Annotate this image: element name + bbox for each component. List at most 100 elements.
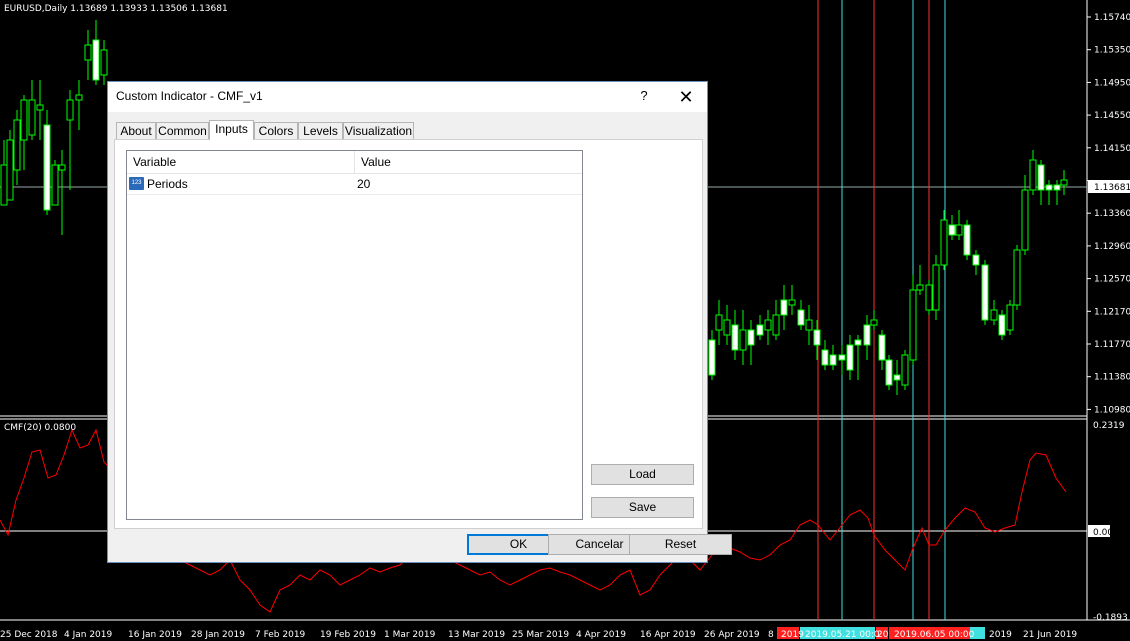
candle-body (788, 299, 796, 306)
time-label: 21 Jun 2019 (1023, 630, 1077, 640)
candle-body (772, 314, 780, 336)
price-tick-label: 1.11380 (1094, 373, 1130, 383)
candle-body (75, 94, 83, 101)
candle-body (756, 324, 764, 336)
table-header: Variable Value (127, 151, 582, 174)
candle-body (51, 164, 59, 206)
custom-indicator-dialog: Custom Indicator - CMF_v1 ? ✕ About Comm… (107, 81, 732, 563)
time-label: 20 (877, 630, 889, 640)
dialog-titlebar[interactable]: Custom Indicator - CMF_v1 ? ✕ (108, 82, 707, 112)
price-tick-label: 1.11770 (1094, 340, 1130, 350)
candle-body (708, 339, 716, 376)
candle-body (1037, 164, 1045, 191)
price-tick-label: 1.14950 (1094, 78, 1130, 88)
save-button[interactable]: Save (591, 497, 694, 518)
tab-inputs[interactable]: Inputs (209, 120, 254, 140)
price-tick-label: 1.10980 (1094, 405, 1130, 415)
candle-body (963, 224, 971, 256)
time-label: 8 (768, 630, 774, 640)
time-label: 2019.05.21 00:0 (805, 630, 880, 640)
time-label: 16 Apr 2019 (640, 630, 696, 640)
indicator-tick-zero: 0.00 (1093, 528, 1113, 538)
price-tick-label: 1.14150 (1094, 144, 1130, 154)
candle-body (739, 329, 747, 351)
candle-body (998, 314, 1006, 336)
chart-caption: EURUSD,Daily 1.13689 1.13933 1.13506 1.1… (4, 4, 228, 14)
current-price-label: 1.13681 (1094, 183, 1130, 193)
time-label: 26 Apr 2019 (704, 630, 760, 640)
candle-body (901, 354, 909, 386)
time-label: 1 Mar 2019 (384, 630, 436, 640)
help-button[interactable]: ? (634, 86, 654, 106)
time-label: 2019 (781, 630, 804, 640)
time-label: 4 Apr 2019 (576, 630, 626, 640)
candle-body (955, 224, 963, 236)
candle-body (747, 329, 755, 346)
variable-name: Periods (147, 177, 188, 191)
price-tick-label: 1.12570 (1094, 275, 1130, 285)
candle-body (715, 314, 723, 331)
indicator-caption: CMF(20) 0.0800 (4, 423, 76, 433)
inputs-panel: Variable Value 123 Periods 20 Load Save (114, 139, 703, 529)
candle-body (36, 104, 44, 111)
price-tick-label: 1.15350 (1094, 46, 1130, 56)
candle-body (13, 119, 21, 171)
time-label: 2019.06.05 00:00 (894, 630, 975, 640)
reset-button[interactable]: Reset (629, 534, 732, 555)
candle-body (780, 299, 788, 316)
tab-visualization[interactable]: Visualization (343, 122, 414, 139)
header-variable[interactable]: Variable (127, 151, 355, 173)
table-row[interactable]: 123 Periods 20 (127, 174, 582, 195)
time-label: 4 Jan 2019 (64, 630, 112, 640)
candle-body (58, 164, 66, 171)
candle-body (100, 49, 108, 76)
candle-body (821, 349, 829, 366)
integer-type-icon: 123 (129, 177, 144, 190)
candle-body (829, 354, 837, 366)
candle-body (878, 334, 886, 361)
time-scale: 25 Dec 2018 4 Jan 2019 16 Jan 2019 28 Jan 2… (0, 627, 1077, 640)
close-button[interactable]: ✕ (674, 86, 698, 108)
candle-body (932, 264, 940, 311)
candle-body (863, 324, 871, 346)
price-tick-label: 1.12960 (1094, 242, 1130, 252)
candle-body (84, 44, 92, 61)
candle-body (1053, 184, 1061, 191)
candle-body (940, 219, 948, 266)
load-button[interactable]: Load (591, 464, 694, 485)
candle-body (885, 359, 893, 386)
time-label: 16 Jan 2019 (128, 630, 182, 640)
time-label: 13 Mar 2019 (448, 630, 505, 640)
candle-body (1029, 159, 1037, 191)
time-label: 2019 (989, 630, 1012, 640)
tab-levels[interactable]: Levels (298, 122, 343, 139)
price-scale: 1.15740 1.15350 1.14950 1.14550 1.14150 1.133… (1087, 13, 1130, 415)
price-tick-label: 1.15740 (1094, 13, 1130, 23)
candle-body (916, 284, 924, 291)
tab-colors[interactable]: Colors (254, 122, 298, 139)
price-tick-label: 1.14550 (1094, 111, 1130, 121)
candle-body (66, 99, 74, 121)
candle-body (948, 224, 956, 236)
candle-body (92, 39, 100, 81)
candle-body (972, 254, 980, 266)
candle-body (813, 329, 821, 346)
candle-body (854, 339, 862, 346)
header-value[interactable]: Value (355, 151, 582, 173)
candle-body (990, 309, 998, 321)
time-label: 7 Feb 2019 (255, 630, 306, 640)
indicator-tick-min: -0.1893 (1093, 613, 1128, 623)
candle-body (731, 324, 739, 351)
tab-common[interactable]: Common (156, 122, 209, 139)
candle-body (797, 309, 805, 326)
tab-about[interactable]: About (116, 122, 156, 139)
candle-body (1013, 249, 1021, 306)
candle-body (981, 264, 989, 321)
variable-value[interactable]: 20 (357, 174, 370, 194)
candle-body (846, 344, 854, 371)
candle-body (838, 354, 846, 361)
price-tick-label: 1.13360 (1094, 209, 1130, 219)
price-tick-label: 1.12170 (1094, 307, 1130, 317)
candle-body (925, 284, 933, 311)
candle-body (909, 289, 917, 361)
